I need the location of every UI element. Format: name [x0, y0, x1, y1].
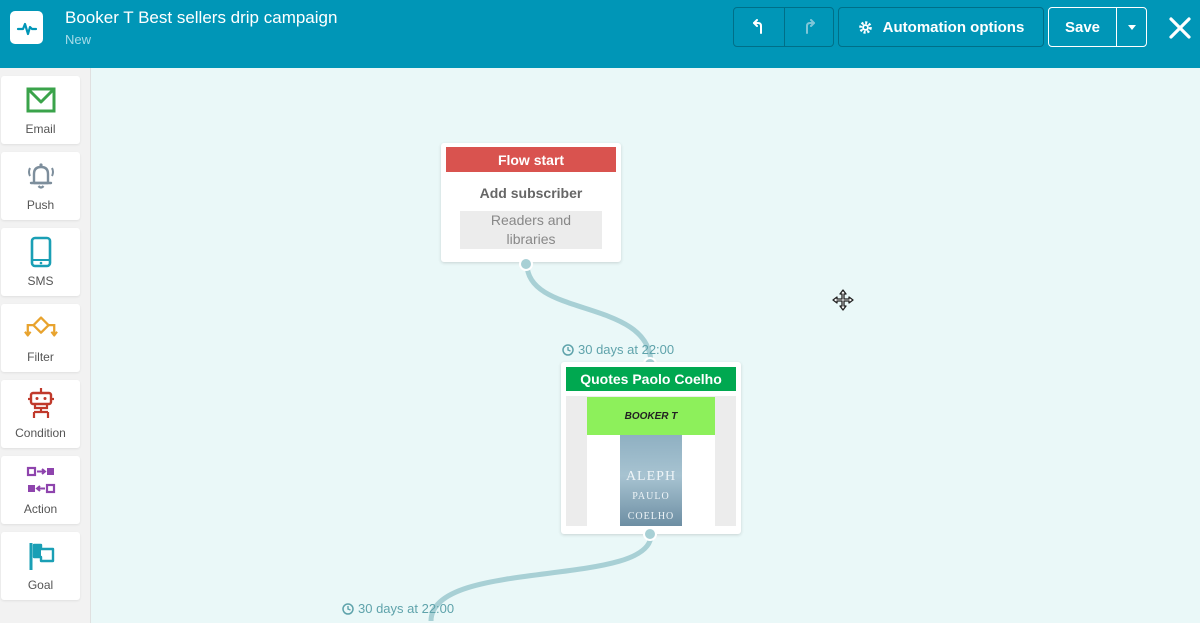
- book-cover-image: ALEPH PAULO COELHO: [620, 435, 682, 526]
- caret-down-icon: [1127, 24, 1136, 30]
- email-banner: BOOKER T: [587, 397, 715, 435]
- delay-text: 30 days at 22:00: [358, 601, 455, 616]
- flow-start-header: Flow start: [446, 147, 616, 172]
- tool-label: Goal: [27, 578, 54, 592]
- flow-start-node[interactable]: Flow start Add subscriber Readers and li…: [441, 143, 621, 262]
- tool-label: Action: [23, 502, 58, 516]
- bell-icon: [27, 163, 54, 189]
- email-output-port[interactable]: [643, 527, 657, 541]
- tool-label: Condition: [15, 426, 66, 440]
- automation-options-label: Automation options: [882, 18, 1025, 36]
- clock-icon: [342, 602, 354, 615]
- move-cursor-icon: [832, 289, 854, 311]
- list-name-line2: libraries: [506, 231, 556, 247]
- redo-icon: [805, 19, 815, 34]
- top-header: Booker T Best sellers drip campaign New …: [0, 0, 1200, 68]
- tool-push[interactable]: Push: [1, 152, 80, 220]
- book-author-last: COELHO: [627, 511, 675, 522]
- tool-label: Filter: [27, 350, 54, 364]
- automation-options-button[interactable]: Automation options: [838, 7, 1044, 47]
- tool-sms[interactable]: SMS: [1, 228, 80, 296]
- app-logo[interactable]: [10, 11, 43, 44]
- filter-icon: [23, 316, 58, 337]
- campaign-title[interactable]: Booker T Best sellers drip campaign: [65, 8, 337, 28]
- activity-icon: [16, 22, 37, 35]
- action-icon: [26, 466, 55, 494]
- close-icon: [1169, 17, 1191, 39]
- flag-icon: [29, 543, 54, 570]
- flow-start-output-port[interactable]: [519, 257, 533, 271]
- tool-label: Push: [26, 198, 55, 212]
- close-button[interactable]: [1164, 12, 1196, 44]
- tool-label: SMS: [27, 274, 54, 288]
- clock-icon: [562, 343, 574, 356]
- save-button[interactable]: Save: [1049, 8, 1117, 46]
- undo-button[interactable]: [734, 8, 784, 46]
- gear-icon: [858, 20, 872, 34]
- campaign-status: New: [65, 32, 92, 47]
- list-name-line1: Readers and: [490, 212, 572, 228]
- condition-icon: [27, 388, 54, 418]
- tool-goal[interactable]: Goal: [1, 532, 80, 600]
- email-node[interactable]: Quotes Paolo Coelho BOOKER T ALEPH PAULO…: [561, 362, 741, 534]
- email-node-header: Quotes Paolo Coelho: [566, 367, 736, 391]
- tool-label: Email: [25, 122, 56, 136]
- tool-filter[interactable]: Filter: [1, 304, 80, 372]
- undo-icon: [752, 19, 762, 34]
- subscriber-list-tag: Readers and libraries: [460, 211, 602, 249]
- delay-label[interactable]: 30 days at 22:00: [562, 342, 674, 357]
- email-icon: [26, 87, 55, 113]
- flow-canvas[interactable]: Flow start Add subscriber Readers and li…: [91, 68, 1200, 623]
- history-buttons: [733, 7, 834, 47]
- tool-condition[interactable]: Condition: [1, 380, 80, 448]
- save-button-group: Save: [1048, 7, 1147, 47]
- tool-email[interactable]: Email: [1, 76, 80, 144]
- tool-sidebar: Email Push SMS Filter Condition Action G…: [0, 68, 91, 623]
- connector-email-to-next: [428, 534, 654, 622]
- delay-label[interactable]: 30 days at 22:00: [342, 601, 454, 616]
- save-options-dropdown[interactable]: [1117, 8, 1146, 46]
- phone-icon: [30, 236, 51, 268]
- email-preview: BOOKER T ALEPH PAULO COELHO: [566, 396, 736, 526]
- flow-start-title: Add subscriber: [479, 185, 583, 201]
- delay-text: 30 days at 22:00: [578, 342, 675, 357]
- book-author-first: PAULO: [632, 491, 670, 502]
- redo-button[interactable]: [783, 8, 834, 46]
- tool-action[interactable]: Action: [1, 456, 80, 524]
- book-title: ALEPH: [625, 469, 677, 484]
